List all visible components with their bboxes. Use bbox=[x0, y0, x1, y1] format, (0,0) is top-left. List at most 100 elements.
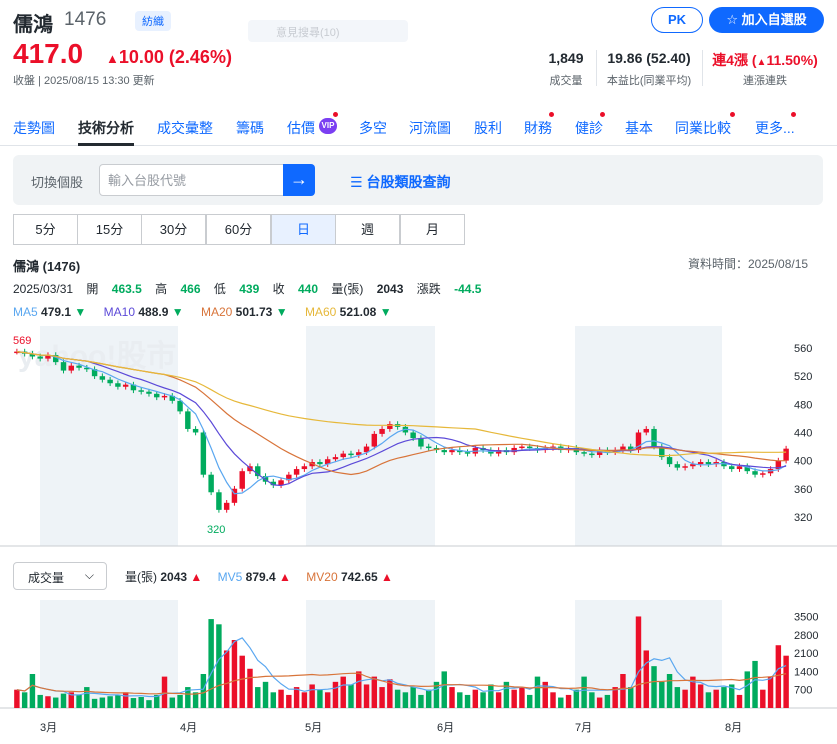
tab-river[interactable]: 河流圖 bbox=[409, 118, 451, 138]
indicator-select[interactable]: 成交量 ⌵ bbox=[13, 562, 107, 590]
volume-label: 成交量 bbox=[549, 75, 583, 87]
period-day[interactable]: 日 bbox=[271, 214, 336, 245]
price-chart[interactable]: yahoo!股市 560 520 480 440 400 360 320 569 320 bbox=[0, 326, 837, 548]
volume-bar bbox=[495, 692, 502, 708]
candle bbox=[760, 473, 766, 475]
stock-code-input[interactable] bbox=[99, 164, 284, 196]
notification-dot bbox=[730, 112, 735, 117]
volume-bar bbox=[14, 689, 20, 708]
volume-bar bbox=[472, 689, 479, 708]
period-15min[interactable]: 15分 bbox=[77, 214, 142, 245]
volume-bar bbox=[60, 693, 67, 708]
current-price: 417.0 bbox=[13, 38, 84, 69]
ohlc-row: 2025/03/31 開 463.5 高 466 低 439 收 440 量(張… bbox=[13, 282, 482, 296]
chevron-down-icon: ⌵ bbox=[84, 568, 94, 582]
volume-bar bbox=[146, 700, 152, 708]
tab-financial[interactable]: 財務 bbox=[524, 118, 552, 138]
tab-checkup[interactable]: 健診 bbox=[575, 118, 603, 138]
tab-chips[interactable]: 籌碼 bbox=[236, 118, 264, 138]
streak-label: 連漲連跌 bbox=[743, 75, 787, 87]
up-arrow-icon: ▲ bbox=[106, 51, 119, 66]
period-month[interactable]: 月 bbox=[400, 214, 465, 245]
volume-bar bbox=[783, 655, 789, 708]
y-tick-label: 480 bbox=[794, 399, 812, 411]
volume-bar bbox=[76, 694, 82, 708]
volume-bar bbox=[713, 689, 719, 708]
volume-bar bbox=[604, 694, 611, 708]
industry-badge[interactable]: 紡織 bbox=[135, 11, 171, 31]
candle bbox=[729, 466, 735, 470]
volume-bar bbox=[122, 692, 129, 708]
y-tick-label: 400 bbox=[794, 456, 812, 468]
candle bbox=[107, 379, 113, 384]
tab-trend[interactable]: 走勢圖 bbox=[13, 118, 55, 138]
active-tab-indicator bbox=[78, 143, 134, 146]
go-button[interactable]: → bbox=[283, 164, 315, 196]
tab-dividend[interactable]: 股利 bbox=[474, 118, 502, 138]
candle bbox=[589, 453, 595, 456]
volume-value: 1,849 bbox=[548, 50, 584, 66]
volume-legend: 量(張) 2043 ▲ MV5 879.4 ▲ MV20 742.65 ▲ bbox=[125, 570, 393, 584]
candle bbox=[154, 393, 160, 398]
volume-bar bbox=[130, 698, 137, 708]
candle bbox=[449, 450, 455, 453]
yahoo-watermark: yahoo!股市 bbox=[18, 339, 176, 373]
tab-valuation[interactable]: 估價 bbox=[287, 118, 315, 138]
volume-bar bbox=[177, 694, 183, 708]
volume-bar bbox=[775, 645, 782, 708]
tab-trades[interactable]: 成交彙整 bbox=[157, 118, 213, 138]
volume-bar bbox=[526, 694, 533, 708]
candle bbox=[666, 457, 673, 465]
candle bbox=[674, 464, 681, 468]
volume-bar bbox=[666, 674, 673, 708]
volume-bar bbox=[99, 697, 106, 708]
x-month-label: 6月 bbox=[437, 722, 454, 734]
category-query-link[interactable]: ☰ 台股類股查詢 bbox=[350, 172, 450, 192]
candle bbox=[146, 391, 152, 394]
period-5min[interactable]: 5分 bbox=[13, 214, 78, 245]
candle bbox=[526, 446, 533, 449]
volume-bar bbox=[286, 694, 292, 708]
volume-bar bbox=[309, 684, 315, 708]
pe-value: 19.86 (52.40) bbox=[607, 50, 691, 66]
stock-code: 1476 bbox=[64, 9, 107, 30]
x-month-label: 7月 bbox=[575, 722, 592, 734]
period-30min[interactable]: 30分 bbox=[141, 214, 206, 245]
volume-bar bbox=[565, 694, 572, 708]
volume-bar bbox=[53, 697, 59, 708]
volume-bar bbox=[449, 687, 455, 708]
add-watchlist-button[interactable]: ☆ 加入自選股 bbox=[709, 7, 824, 33]
volume-bar bbox=[29, 674, 36, 708]
volume-bar bbox=[37, 694, 43, 708]
volume-bar bbox=[91, 698, 98, 708]
volume-bar bbox=[84, 687, 90, 708]
volume-bar bbox=[317, 689, 323, 708]
tab-peer[interactable]: 同業比較 bbox=[675, 118, 731, 138]
period-60min[interactable]: 60分 bbox=[206, 214, 271, 245]
volume-bar bbox=[620, 674, 626, 708]
y-tick-label: 3500 bbox=[794, 611, 818, 623]
tab-long-short[interactable]: 多空 bbox=[359, 118, 387, 138]
candle bbox=[752, 471, 758, 475]
tab-basic[interactable]: 基本 bbox=[625, 118, 653, 138]
candle bbox=[736, 466, 743, 470]
notification-dot bbox=[549, 112, 554, 117]
tab-technical[interactable]: 技術分析 bbox=[78, 118, 134, 138]
close-time-note: 收盤 | 2025/08/15 13:30 更新 bbox=[13, 75, 155, 87]
candle bbox=[651, 428, 657, 447]
candle bbox=[643, 428, 649, 433]
candle bbox=[301, 466, 308, 470]
tab-more[interactable]: 更多... bbox=[755, 118, 795, 138]
volume-bar bbox=[744, 671, 750, 708]
volume-bar bbox=[278, 689, 284, 708]
pe-label: 本益比(同業平均) bbox=[606, 75, 692, 87]
list-icon: ☰ bbox=[350, 174, 363, 190]
candle bbox=[192, 428, 199, 433]
volume-bar bbox=[767, 676, 774, 708]
pk-button[interactable]: PK bbox=[651, 7, 703, 33]
volume-bar bbox=[643, 650, 649, 708]
period-week[interactable]: 週 bbox=[335, 214, 400, 245]
volume-chart[interactable]: 3500 2800 2100 1400 700 3月 4月 5月 6月 7月 8月 bbox=[0, 600, 837, 744]
month-band bbox=[40, 600, 178, 708]
volume-bar bbox=[200, 674, 207, 708]
